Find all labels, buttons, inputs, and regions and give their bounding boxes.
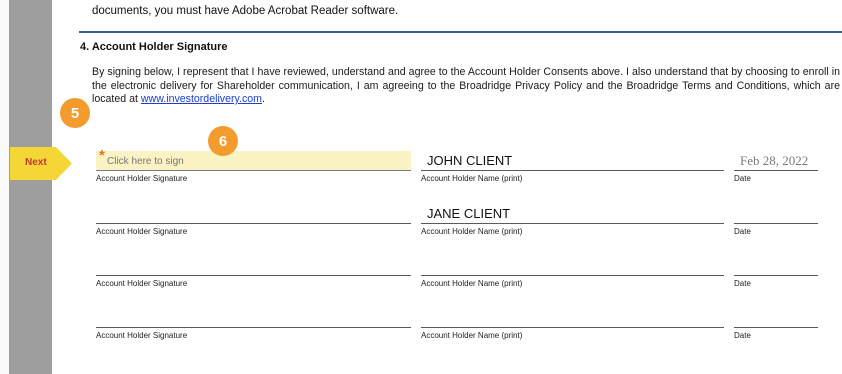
signature-label-3: Account Holder Signature: [96, 279, 188, 288]
consent-paragraph: By signing below, I represent that I hav…: [92, 66, 840, 107]
document-page: documents, you must have Adobe Acrobat R…: [52, 0, 842, 374]
name-line-2: [421, 223, 724, 224]
signature-label-1: Account Holder Signature: [96, 174, 188, 183]
step-6-callout: 6: [208, 126, 238, 156]
date-line-1: [734, 170, 818, 171]
name-label-4: Account Holder Name (print): [421, 331, 523, 340]
name-field-2[interactable]: JANE CLIENT: [427, 206, 510, 221]
required-marker: *: [99, 147, 105, 164]
intro-text: documents, you must have Adobe Acrobat R…: [92, 5, 399, 17]
date-line-4[interactable]: [734, 327, 818, 328]
sign-placeholder: Click here to sign: [107, 156, 184, 167]
signature-line-4[interactable]: [96, 327, 411, 328]
signature-line-2[interactable]: [96, 223, 411, 224]
name-line-4[interactable]: [421, 327, 724, 328]
signature-line-3[interactable]: [96, 275, 411, 276]
date-line-2: [734, 223, 818, 224]
name-field-1[interactable]: JOHN CLIENT: [427, 153, 512, 168]
signature-field-1[interactable]: * Click here to sign: [96, 147, 411, 171]
consent-end: .: [261, 93, 265, 106]
name-label-3: Account Holder Name (print): [421, 279, 523, 288]
signature-label-4: Account Holder Signature: [96, 331, 188, 340]
name-line-1: [421, 170, 724, 171]
date-label-3: Date: [734, 279, 751, 288]
date-line-3[interactable]: [734, 275, 818, 276]
investordelivery-link[interactable]: www.investordelivery.com: [141, 93, 262, 105]
name-label-2: Account Holder Name (print): [421, 227, 523, 236]
name-label-1: Account Holder Name (print): [421, 174, 523, 183]
date-label-1: Date: [734, 174, 751, 183]
viewer-left-gutter: [9, 0, 52, 374]
date-label-2: Date: [734, 227, 751, 236]
section-title: 4. Account Holder Signature: [80, 41, 228, 53]
name-line-3[interactable]: [421, 275, 724, 276]
signature-label-2: Account Holder Signature: [96, 227, 188, 236]
date-label-4: Date: [734, 331, 751, 340]
step-5-callout: 5: [60, 98, 90, 128]
next-label: Next: [25, 157, 47, 168]
date-field-1[interactable]: Feb 28, 2022: [740, 153, 808, 169]
section-divider: [79, 31, 842, 33]
